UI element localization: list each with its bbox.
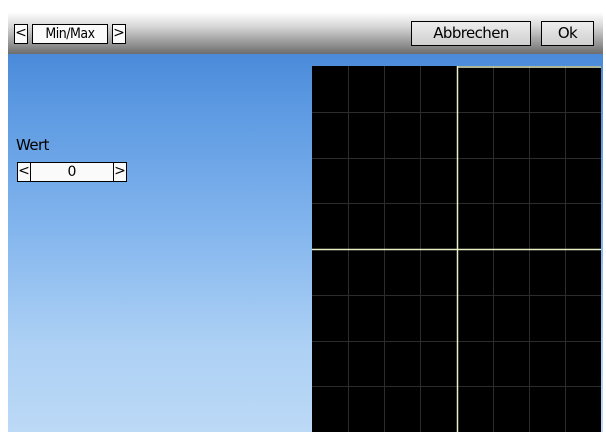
value-label: Wert xyxy=(16,136,49,154)
value-increment-button[interactable]: > xyxy=(113,162,127,182)
curve-grid xyxy=(312,66,601,432)
value-display[interactable]: 0 xyxy=(31,162,113,182)
mode-prev-button[interactable]: < xyxy=(14,24,28,44)
title-bar: < Min/Max > Abbrechen Ok xyxy=(8,12,603,54)
cancel-button[interactable]: Abbrechen xyxy=(411,21,531,46)
curve-graph xyxy=(312,66,601,432)
mode-next-button[interactable]: > xyxy=(112,24,126,44)
dialog-screen: < Min/Max > Abbrechen Ok Wert < 0 > xyxy=(8,12,603,432)
value-decrement-button[interactable]: < xyxy=(17,162,31,182)
value-stepper: < 0 > xyxy=(17,162,127,182)
ok-button[interactable]: Ok xyxy=(541,21,594,46)
mode-label: Min/Max xyxy=(32,24,108,44)
mode-selector: < Min/Max > xyxy=(14,24,126,44)
